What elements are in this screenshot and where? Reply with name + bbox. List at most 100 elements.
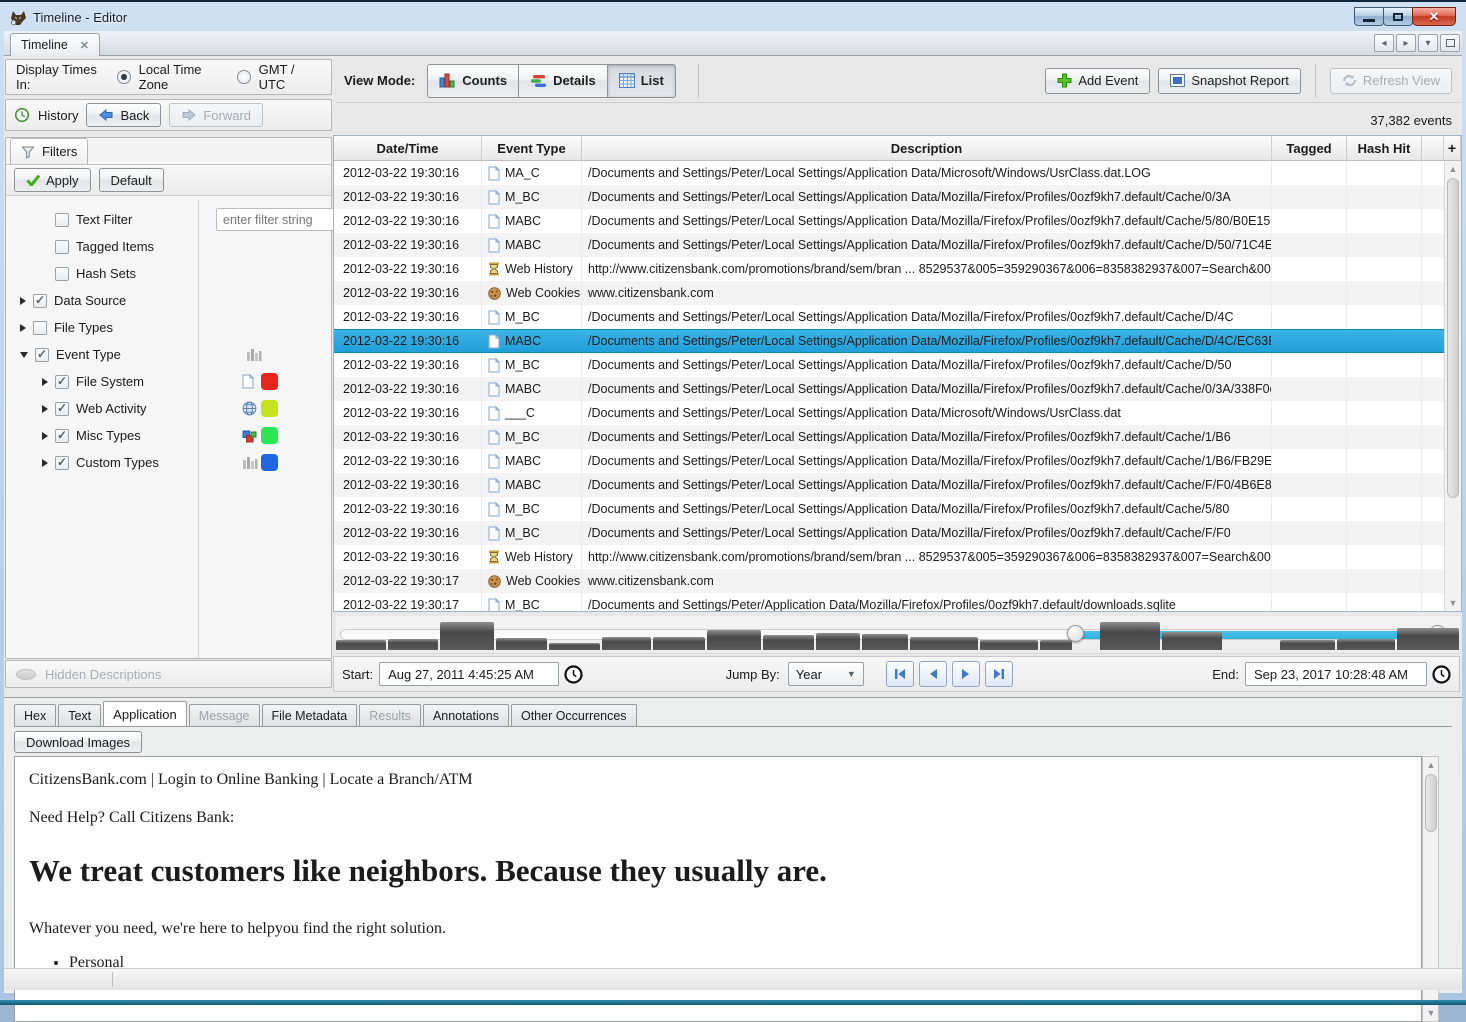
table-row[interactable]: 2012-03-22 19:30:16MABC/Documents and Se… (334, 449, 1444, 473)
table-row[interactable]: 2012-03-22 19:30:16M_BC/Documents and Se… (334, 185, 1444, 209)
filter-item-tagged-items[interactable]: Tagged Items (20, 233, 331, 260)
viewer-tab-other-occurrences[interactable]: Other Occurrences (511, 704, 637, 726)
expander-icon[interactable] (20, 297, 26, 305)
filters-tab[interactable]: Filters (10, 138, 88, 164)
table-row[interactable]: 2012-03-22 19:30:16MABC/Documents and Se… (334, 329, 1444, 353)
download-images-button[interactable]: Download Images (14, 731, 142, 753)
table-row[interactable]: 2012-03-22 19:30:17M_BC/Documents and Se… (334, 593, 1444, 611)
jump-first-button[interactable] (886, 661, 914, 687)
add-column-button[interactable]: + (1444, 136, 1461, 161)
close-button[interactable]: ✕ (1412, 7, 1456, 26)
filter-item-web-activity[interactable]: Web Activity (20, 395, 331, 422)
filter-item-hash-sets[interactable]: Hash Sets (20, 260, 331, 287)
restore-button[interactable] (1383, 7, 1413, 26)
table-row[interactable]: 2012-03-22 19:30:16Web Historyhttp://www… (334, 545, 1444, 569)
forward-button[interactable]: Forward (169, 103, 263, 127)
scrollbar-thumb[interactable] (1447, 178, 1459, 498)
viewer-tab-annotations[interactable]: Annotations (423, 704, 509, 726)
hidden-descriptions-header[interactable]: Hidden Descriptions (5, 660, 332, 688)
start-datetime-field[interactable]: Aug 27, 2011 4:45:25 AM (379, 662, 559, 686)
back-button[interactable]: Back (86, 103, 161, 127)
jump-by-select[interactable]: Year ▼ (788, 662, 864, 686)
col-header-hashhit[interactable]: Hash Hit (1347, 136, 1422, 161)
expander-icon[interactable] (42, 378, 48, 386)
table-row[interactable]: 2012-03-22 19:30:16M_BC/Documents and Se… (334, 353, 1444, 377)
filter-item-file-system[interactable]: File System (20, 368, 331, 395)
maximize-pane-button[interactable] (1440, 34, 1460, 52)
table-row[interactable]: 2012-03-22 19:30:16MABC/Documents and Se… (334, 233, 1444, 257)
view-mode-details-button[interactable]: Details (518, 64, 608, 98)
table-row[interactable]: 2012-03-22 19:30:16MA_C/Documents and Se… (334, 161, 1444, 185)
filter-item-text-filter[interactable]: Text Filter (20, 206, 331, 233)
viewer-tab-application[interactable]: Application (103, 701, 187, 726)
filter-item-file-types[interactable]: File Types (20, 314, 331, 341)
tab-list-dropdown-button[interactable]: ▾ (1418, 34, 1438, 52)
filter-item-data-source[interactable]: Data Source (20, 287, 331, 314)
viewer-tab-hex[interactable]: Hex (14, 704, 56, 726)
expander-icon[interactable] (42, 405, 48, 413)
table-row[interactable]: 2012-03-22 19:30:16M_BC/Documents and Se… (334, 425, 1444, 449)
expander-icon[interactable] (20, 352, 28, 358)
start-clock-icon[interactable] (564, 665, 583, 684)
filter-checkbox[interactable] (55, 456, 69, 470)
expander-icon[interactable] (42, 432, 48, 440)
filter-checkbox[interactable] (55, 402, 69, 416)
table-row[interactable]: 2012-03-22 19:30:16Web Cookieswww.citize… (334, 281, 1444, 305)
col-header-tagged[interactable]: Tagged (1272, 136, 1347, 161)
table-row[interactable]: 2012-03-22 19:30:16M_BC/Documents and Se… (334, 305, 1444, 329)
filter-checkbox[interactable] (55, 213, 69, 227)
filter-checkbox[interactable] (55, 240, 69, 254)
scroll-up-icon[interactable]: ▲ (1445, 161, 1461, 177)
table-row[interactable]: 2012-03-22 19:30:16MABC/Documents and Se… (334, 473, 1444, 497)
content-scroll-down-icon[interactable]: ▼ (1423, 1005, 1439, 1021)
end-clock-icon[interactable] (1432, 665, 1451, 684)
add-event-button[interactable]: Add Event (1045, 68, 1150, 94)
refresh-view-button[interactable]: Refresh View (1330, 68, 1452, 94)
view-mode-list-button[interactable]: List (607, 64, 676, 98)
table-row[interactable]: 2012-03-22 19:30:16Web Historyhttp://www… (334, 257, 1444, 281)
viewer-tab-results[interactable]: Results (359, 704, 421, 726)
filter-checkbox[interactable] (35, 348, 49, 362)
filter-item-event-type[interactable]: Event Type (20, 341, 331, 368)
jump-next-button[interactable] (952, 661, 980, 687)
table-row[interactable]: 2012-03-22 19:30:16M_BC/Documents and Se… (334, 497, 1444, 521)
filter-checkbox[interactable] (55, 429, 69, 443)
filter-item-custom-types[interactable]: Custom Types (20, 449, 331, 476)
jump-last-button[interactable] (985, 661, 1013, 687)
expander-icon[interactable] (20, 324, 26, 332)
time-scrubber[interactable] (336, 616, 1460, 654)
default-button[interactable]: Default (99, 168, 164, 192)
tab-close-icon[interactable]: ✕ (80, 39, 89, 52)
filter-checkbox[interactable] (55, 267, 69, 281)
filter-checkbox[interactable] (33, 294, 47, 308)
filter-string-input[interactable] (216, 208, 338, 231)
table-row[interactable]: 2012-03-22 19:30:16MABC/Documents and Se… (334, 209, 1444, 233)
table-row[interactable]: 2012-03-22 19:30:16___C/Documents and Se… (334, 401, 1444, 425)
content-scrollbar-thumb[interactable] (1425, 774, 1437, 832)
history-label[interactable]: History (38, 108, 78, 123)
filter-checkbox[interactable] (33, 321, 47, 335)
table-vertical-scrollbar[interactable]: ▲ ▼ (1444, 161, 1461, 611)
minimize-button[interactable] (1354, 7, 1384, 26)
jump-prev-button[interactable] (919, 661, 947, 687)
scroll-tabs-right-button[interactable]: ▸ (1396, 34, 1416, 52)
radio-gmt-utc[interactable] (237, 70, 250, 84)
tab-timeline[interactable]: Timeline ✕ (10, 33, 100, 56)
table-row[interactable]: 2012-03-22 19:30:16MABC/Documents and Se… (334, 377, 1444, 401)
apply-button[interactable]: Apply (14, 168, 91, 192)
viewer-tab-file-metadata[interactable]: File Metadata (262, 704, 358, 726)
expander-icon[interactable] (42, 459, 48, 467)
filter-checkbox[interactable] (55, 375, 69, 389)
content-scroll-up-icon[interactable]: ▲ (1423, 757, 1439, 773)
viewer-tab-message[interactable]: Message (189, 704, 260, 726)
end-datetime-field[interactable]: Sep 23, 2017 10:28:48 AM (1245, 662, 1427, 686)
table-row[interactable]: 2012-03-22 19:30:17Web Cookieswww.citize… (334, 569, 1444, 593)
col-header-datetime[interactable]: Date/Time (334, 136, 482, 161)
col-header-description[interactable]: Description (582, 136, 1272, 161)
filter-item-misc-types[interactable]: Misc Types (20, 422, 331, 449)
table-row[interactable]: 2012-03-22 19:30:16M_BC/Documents and Se… (334, 521, 1444, 545)
snapshot-report-button[interactable]: Snapshot Report (1158, 68, 1301, 94)
view-mode-counts-button[interactable]: Counts (427, 64, 519, 98)
col-header-eventtype[interactable]: Event Type (482, 136, 582, 161)
radio-local-time-zone[interactable] (117, 70, 130, 84)
